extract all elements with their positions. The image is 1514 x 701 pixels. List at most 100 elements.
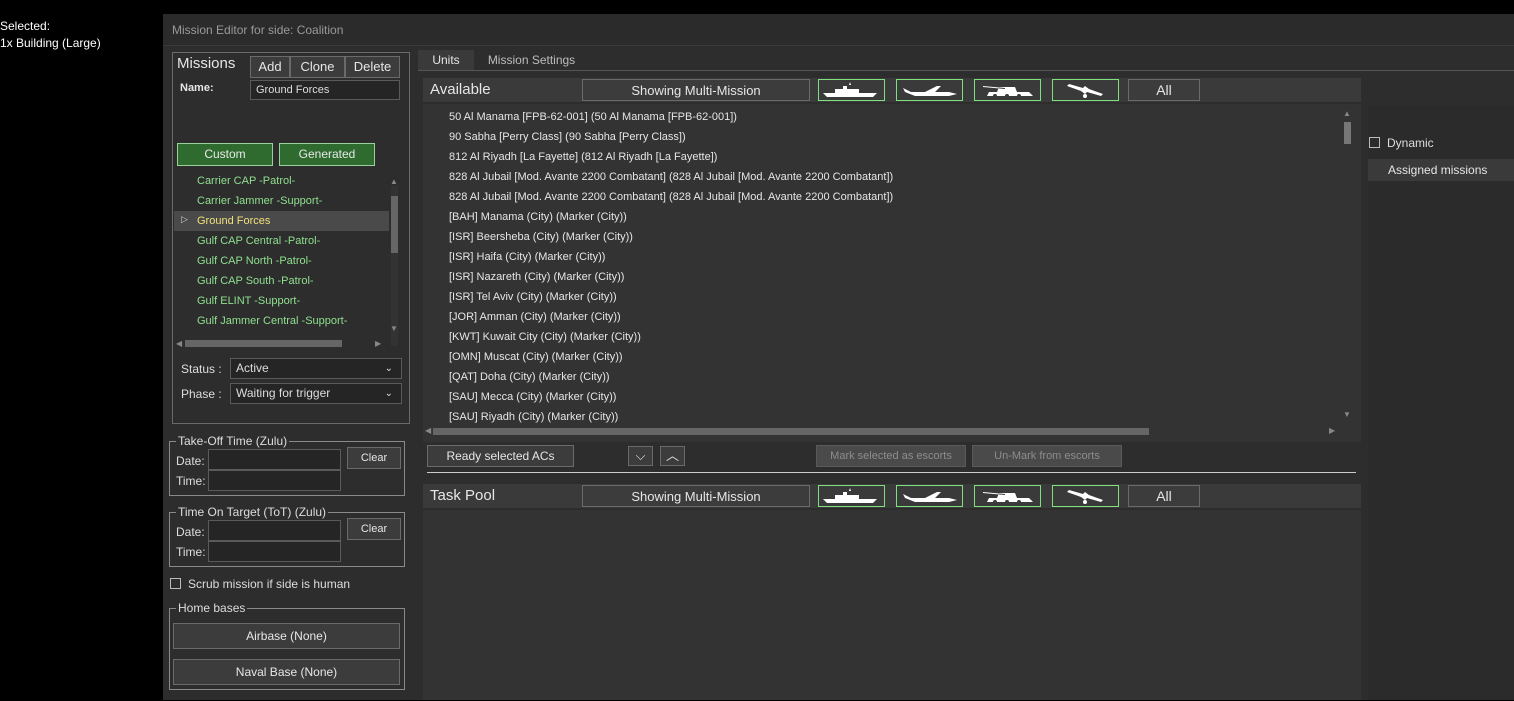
tot-clear-button[interactable]: Clear bbox=[347, 518, 401, 540]
task-pool-all-button[interactable]: All bbox=[1128, 485, 1200, 507]
list-item[interactable]: 828 Al Jubail [Mod. Avante 2200 Combatan… bbox=[449, 171, 893, 183]
scroll-right-icon[interactable]: ▶ bbox=[375, 339, 381, 348]
ship-filter-button[interactable] bbox=[818, 79, 885, 101]
scrub-mission-checkbox[interactable] bbox=[170, 578, 181, 589]
available-vertical-scrollbar[interactable] bbox=[1344, 122, 1351, 144]
tab-units[interactable]: Units bbox=[418, 50, 474, 70]
list-item[interactable]: [JOR] Amman (City) (Marker (City)) bbox=[449, 311, 621, 323]
list-item[interactable]: Carrier Jammer -Support- bbox=[197, 195, 322, 207]
mission-list-horizontal-scrollbar[interactable] bbox=[185, 340, 342, 347]
ready-selected-button[interactable]: Ready selected ACs bbox=[427, 445, 574, 467]
move-up-button[interactable]: ︿ bbox=[660, 446, 685, 466]
aircraft-icon bbox=[903, 86, 957, 96]
window-title: Mission Editor for side: Coalition bbox=[163, 14, 1514, 46]
task-pool-header-bar bbox=[423, 484, 1361, 508]
list-item[interactable]: Gulf Jammer Central -Support- bbox=[197, 315, 347, 327]
home-bases-group: Home bases Airbase (None) Naval Base (No… bbox=[169, 601, 405, 690]
selection-info: Selected: 1x Building (Large) bbox=[0, 18, 101, 52]
divider bbox=[427, 472, 1356, 473]
takeoff-time-group: Take-Off Time (Zulu) Date: Time: Clear bbox=[169, 434, 405, 496]
list-item[interactable]: [ISR] Nazareth (City) (Marker (City)) bbox=[449, 271, 624, 283]
assigned-panel bbox=[1368, 106, 1514, 700]
list-item[interactable]: 828 Al Jubail [Mod. Avante 2200 Combatan… bbox=[449, 191, 893, 203]
chevron-down-icon: ⌵ bbox=[635, 448, 646, 463]
generated-filter-button[interactable]: Generated bbox=[279, 143, 375, 166]
clone-mission-button[interactable]: Clone bbox=[290, 56, 345, 78]
scroll-left-icon[interactable]: ◀ bbox=[176, 339, 182, 348]
home-bases-legend: Home bases bbox=[176, 601, 248, 615]
list-item[interactable]: [BAH] Manama (City) (Marker (City)) bbox=[449, 211, 627, 223]
tot-date-input[interactable] bbox=[208, 520, 341, 541]
scroll-up-icon[interactable]: ▲ bbox=[390, 177, 398, 186]
takeoff-date-input[interactable] bbox=[208, 449, 341, 470]
list-item[interactable]: [OMN] Muscat (City) (Marker (City)) bbox=[449, 351, 623, 363]
phase-value: Waiting for trigger bbox=[236, 386, 331, 400]
custom-filter-button[interactable]: Custom bbox=[177, 143, 273, 166]
chevron-down-icon: ⌄ bbox=[384, 363, 393, 374]
tank-icon bbox=[983, 86, 1033, 98]
expand-arrow-icon[interactable]: ▷ bbox=[181, 214, 188, 225]
list-item[interactable]: Gulf CAP Central -Patrol- bbox=[197, 235, 320, 247]
available-filter-dropdown[interactable]: Showing Multi-Mission bbox=[582, 79, 810, 101]
tot-time-group: Time On Target (ToT) (Zulu) Date: Time: … bbox=[169, 505, 405, 567]
list-item[interactable]: [ISR] Beersheba (City) (Marker (City)) bbox=[449, 231, 633, 243]
land-unit-filter-button[interactable] bbox=[974, 79, 1041, 101]
delete-mission-button[interactable]: Delete bbox=[345, 56, 400, 78]
unmark-escorts-button[interactable]: Un-Mark from escorts bbox=[972, 445, 1122, 467]
move-down-button[interactable]: ⌵ bbox=[628, 446, 653, 466]
mission-list: ▷ Carrier CAP -Patrol- Carrier Jammer -S… bbox=[174, 171, 389, 341]
tot-time-legend: Time On Target (ToT) (Zulu) bbox=[176, 505, 329, 519]
tot-time-input[interactable] bbox=[208, 541, 341, 562]
list-item[interactable]: Ground Forces bbox=[197, 215, 270, 227]
list-item[interactable]: 90 Sabha [Perry Class] (90 Sabha [Perry … bbox=[449, 131, 686, 143]
task-pool-filter-dropdown[interactable]: Showing Multi-Mission bbox=[582, 485, 810, 507]
list-item[interactable]: Gulf ELINT -Support- bbox=[197, 295, 300, 307]
takeoff-date-label: Date: bbox=[176, 454, 205, 468]
list-item[interactable]: [SAU] Mecca (City) (Marker (City)) bbox=[449, 391, 616, 403]
scroll-down-icon[interactable]: ▼ bbox=[1343, 410, 1351, 419]
ship-filter-button[interactable] bbox=[818, 485, 885, 507]
airbase-button[interactable]: Airbase (None) bbox=[173, 623, 400, 649]
dynamic-label: Dynamic bbox=[1387, 136, 1434, 150]
list-item[interactable]: 812 Al Riyadh [La Fayette] (812 Al Riyad… bbox=[449, 151, 717, 163]
list-item[interactable]: Gulf CAP South -Patrol- bbox=[197, 275, 314, 287]
add-mission-button[interactable]: Add bbox=[250, 56, 290, 78]
list-item[interactable]: [SAU] Riyadh (City) (Marker (City)) bbox=[449, 411, 618, 423]
list-item[interactable]: Gulf CAP North -Patrol- bbox=[197, 255, 312, 267]
tab-mission-settings[interactable]: Mission Settings bbox=[479, 50, 584, 70]
available-all-button[interactable]: All bbox=[1128, 79, 1200, 101]
takeoff-clear-button[interactable]: Clear bbox=[347, 447, 401, 469]
list-item[interactable]: [ISR] Tel Aviv (City) (Marker (City)) bbox=[449, 291, 617, 303]
ship-icon bbox=[823, 488, 877, 503]
satellite-filter-button[interactable] bbox=[1052, 79, 1119, 101]
chevron-up-icon: ︿ bbox=[665, 448, 679, 463]
scroll-up-icon[interactable]: ▲ bbox=[1343, 109, 1351, 118]
list-item[interactable]: [QAT] Doha (City) (Marker (City)) bbox=[449, 371, 610, 383]
status-select[interactable]: Active ⌄ bbox=[230, 358, 402, 379]
scroll-right-icon[interactable]: ▶ bbox=[1329, 426, 1335, 435]
list-item[interactable]: [KWT] Kuwait City (City) (Marker (City)) bbox=[449, 331, 641, 343]
list-item[interactable]: 50 Al Manama [FPB-62-001] (50 Al Manama … bbox=[449, 111, 737, 123]
mark-escorts-button[interactable]: Mark selected as escorts bbox=[816, 445, 966, 467]
naval-base-button[interactable]: Naval Base (None) bbox=[173, 659, 400, 685]
scroll-left-icon[interactable]: ◀ bbox=[425, 426, 431, 435]
chevron-down-icon: ⌄ bbox=[384, 388, 393, 399]
scroll-down-icon[interactable]: ▼ bbox=[390, 324, 398, 333]
phase-select[interactable]: Waiting for trigger ⌄ bbox=[230, 383, 402, 404]
dynamic-checkbox[interactable] bbox=[1369, 137, 1380, 148]
satellite-icon bbox=[1067, 84, 1103, 98]
aircraft-filter-button[interactable] bbox=[896, 79, 963, 101]
scrub-mission-label: Scrub mission if side is human bbox=[188, 577, 351, 591]
aircraft-filter-button[interactable] bbox=[896, 485, 963, 507]
takeoff-time-input[interactable] bbox=[208, 470, 341, 491]
mission-list-vertical-scrollbar[interactable] bbox=[391, 186, 398, 346]
mission-name-label: Name: bbox=[180, 82, 214, 94]
available-horizontal-scrollbar[interactable] bbox=[433, 428, 1149, 435]
mission-name-input[interactable]: Ground Forces bbox=[250, 80, 400, 100]
list-item[interactable]: [ISR] Haifa (City) (Marker (City)) bbox=[449, 251, 605, 263]
scrollbar-thumb[interactable] bbox=[391, 196, 398, 253]
land-unit-filter-button[interactable] bbox=[974, 485, 1041, 507]
list-item[interactable]: Carrier CAP -Patrol- bbox=[197, 175, 295, 187]
satellite-filter-button[interactable] bbox=[1052, 485, 1119, 507]
task-pool-list bbox=[423, 510, 1361, 700]
